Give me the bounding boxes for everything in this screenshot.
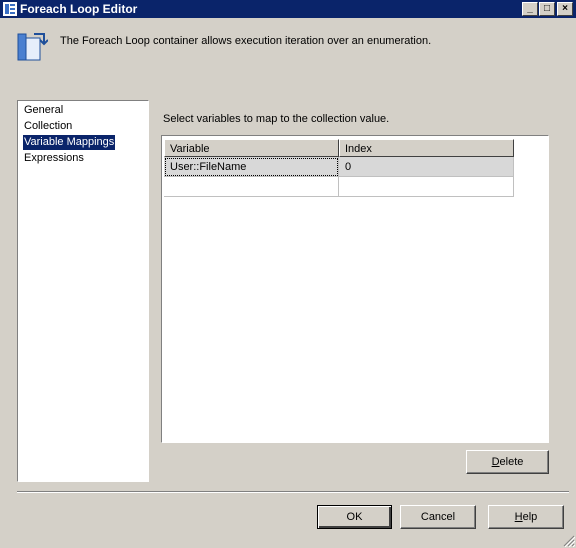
close-icon: × xyxy=(562,3,568,14)
foreach-loop-icon xyxy=(17,33,48,61)
minimize-button[interactable]: _ xyxy=(522,2,538,16)
variable-mappings-grid[interactable]: Variable Index User::FileName 0 xyxy=(161,135,549,443)
window-title: Foreach Loop Editor xyxy=(20,2,138,16)
resize-grip-icon[interactable] xyxy=(563,535,575,547)
title-bar[interactable]: Foreach Loop Editor _ □ × xyxy=(0,0,576,18)
instruction-text: Select variables to map to the collectio… xyxy=(163,113,390,125)
delete-label: elete xyxy=(499,456,524,468)
grid-cell-index[interactable]: 0 xyxy=(339,157,514,177)
header-description: The Foreach Loop container allows execut… xyxy=(60,35,432,47)
maximize-icon: □ xyxy=(543,3,551,14)
minimize-icon: _ xyxy=(527,3,533,14)
maximize-button[interactable]: □ xyxy=(539,2,555,16)
nav-item-variable-mappings[interactable]: Variable Mappings xyxy=(23,135,116,150)
close-button[interactable]: × xyxy=(557,2,573,16)
nav-item-general[interactable]: General xyxy=(23,103,64,118)
help-mnemonic: H xyxy=(514,511,523,523)
grid-cell-variable[interactable]: User::FileName xyxy=(164,157,339,177)
cancel-button[interactable]: Cancel xyxy=(400,505,476,529)
delete-mnemonic: D xyxy=(491,456,500,468)
nav-item-expressions[interactable]: Expressions xyxy=(23,151,85,166)
nav-item-collection[interactable]: Collection xyxy=(23,119,73,134)
grid-cell-new-index[interactable] xyxy=(339,177,514,197)
delete-button[interactable]: Delete xyxy=(466,450,549,474)
footer-separator xyxy=(17,491,569,493)
help-button[interactable]: Help xyxy=(488,505,564,529)
help-label: elp xyxy=(522,511,538,523)
app-icon xyxy=(3,2,17,16)
column-header-index[interactable]: Index xyxy=(339,139,514,157)
ok-button[interactable]: OK xyxy=(317,505,392,529)
grid-cell-new-variable[interactable] xyxy=(164,177,339,197)
column-header-variable[interactable]: Variable xyxy=(164,139,339,157)
